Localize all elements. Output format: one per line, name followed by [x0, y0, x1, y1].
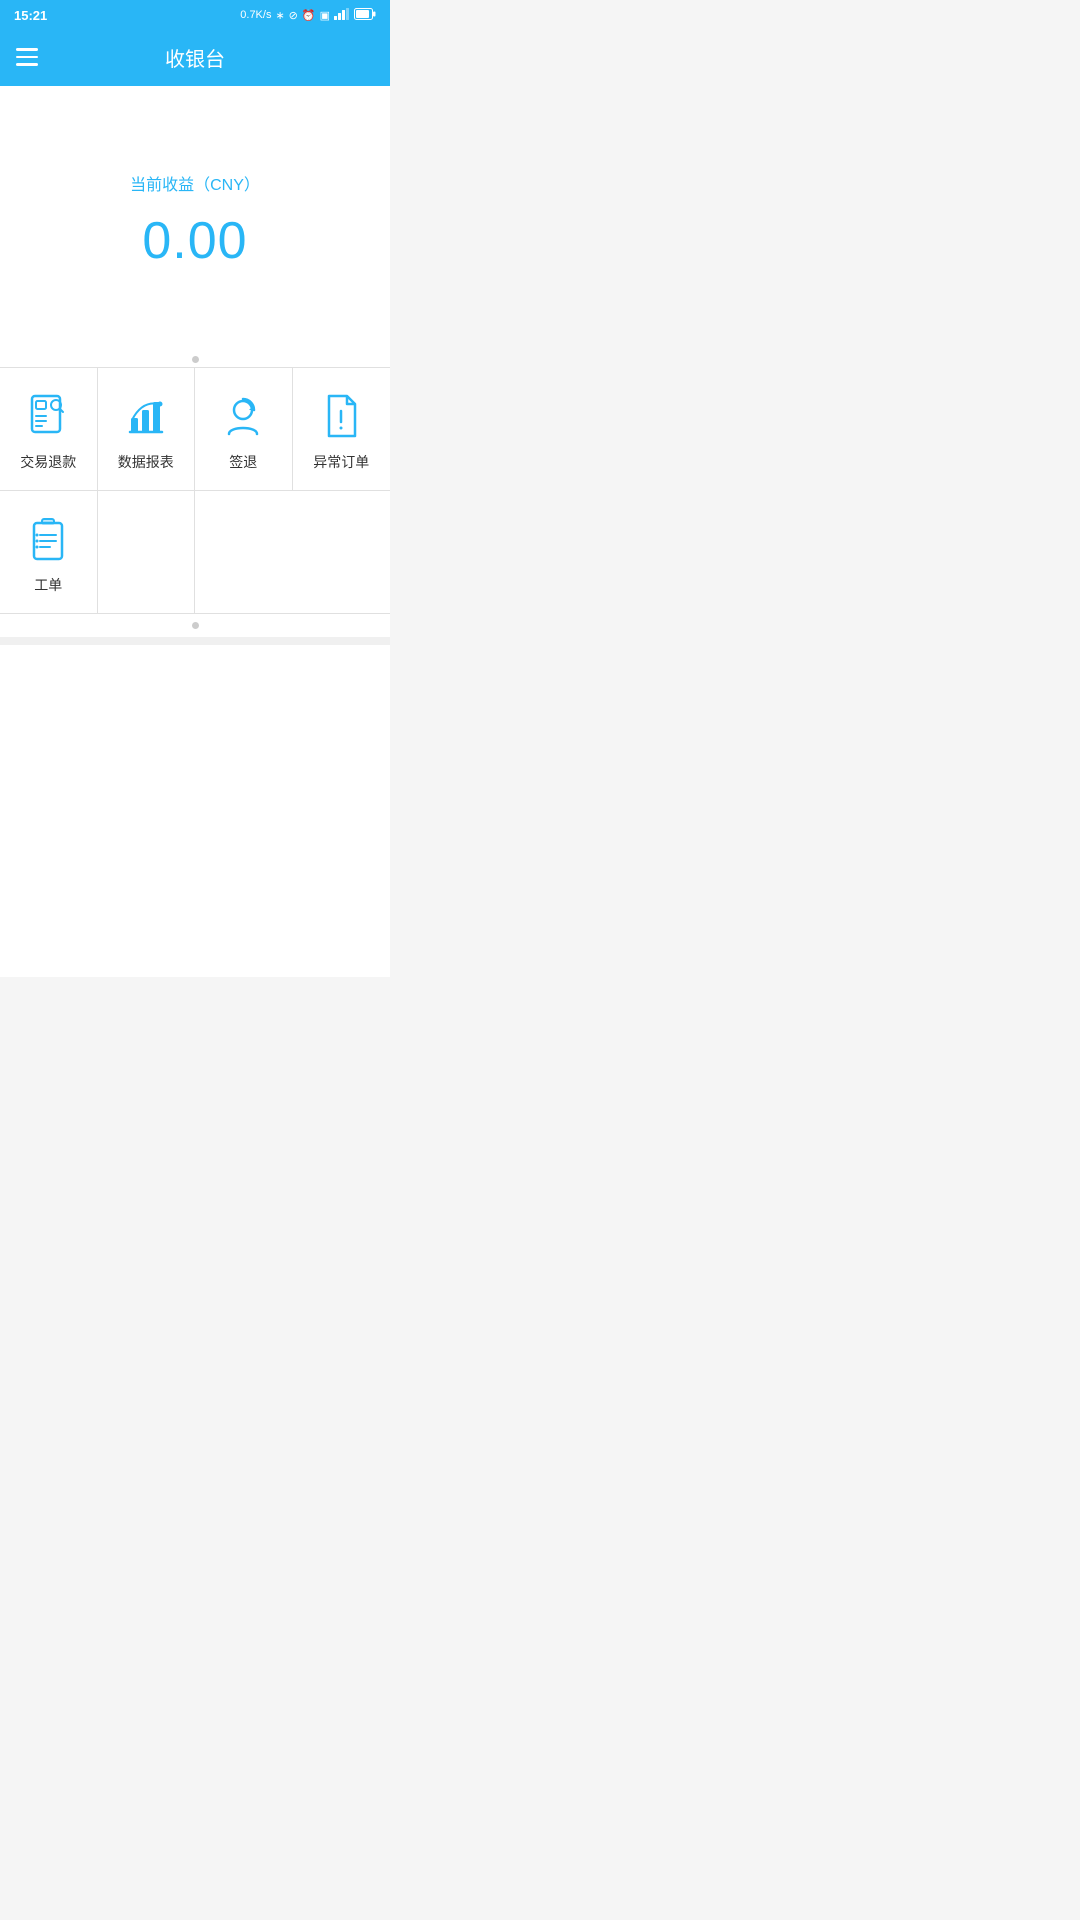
grid-row-2: 工单 [0, 491, 390, 614]
revenue-section: 当前收益（CNY） 0.00 [0, 86, 390, 346]
abnormal-label: 异常订单 [313, 452, 369, 472]
grid-item-empty-2 [195, 491, 293, 613]
revenue-label: 当前收益（CNY） [130, 171, 260, 195]
signal-icon [334, 8, 350, 23]
grid-row-1: 交易退款 数据报表 签 [0, 368, 390, 491]
person-check-icon [217, 390, 269, 442]
no-disturb-icon: ⊘ [289, 9, 298, 22]
status-time: 15:21 [14, 8, 47, 23]
refund-label: 交易退款 [20, 452, 76, 472]
bottom-dot [192, 622, 199, 629]
page-title: 收银台 [165, 43, 225, 72]
grid-item-checkout[interactable]: 签退 [195, 368, 293, 490]
page-dot-indicator [0, 346, 390, 367]
revenue-amount: 0.00 [142, 211, 247, 271]
workorder-label: 工单 [34, 575, 62, 595]
sim-icon: ▣ [320, 9, 330, 22]
grid-item-abnormal[interactable]: 异常订单 [293, 368, 391, 490]
status-bar: 15:21 0.7K/s ∗ ⊘ ⏰ ▣ [0, 0, 390, 28]
network-speed: 0.7K/s [240, 9, 271, 21]
grid-item-empty-1 [98, 491, 196, 613]
alarm-icon: ⏰ [302, 9, 316, 22]
grid-item-refund[interactable]: 交易退款 [0, 368, 98, 490]
battery-icon [354, 8, 376, 23]
grid-item-empty-3 [293, 491, 391, 613]
report-label: 数据报表 [118, 452, 174, 472]
status-icons: 0.7K/s ∗ ⊘ ⏰ ▣ [240, 8, 376, 23]
grid-item-workorder[interactable]: 工单 [0, 491, 98, 613]
app-bar: 收银台 [0, 28, 390, 86]
menu-button[interactable] [16, 48, 38, 66]
bluetooth-icon: ∗ [275, 9, 284, 22]
bottom-dot-indicator [0, 614, 390, 637]
chart-icon [120, 390, 172, 442]
doc-alert-icon [315, 390, 367, 442]
grid-menu: 交易退款 数据报表 签 [0, 367, 390, 614]
receipt-icon [22, 390, 74, 442]
dot-active [192, 356, 199, 363]
empty-content-area [0, 637, 390, 977]
checkout-label: 签退 [229, 452, 257, 472]
clipboard-icon [22, 513, 74, 565]
grid-item-report[interactable]: 数据报表 [98, 368, 196, 490]
